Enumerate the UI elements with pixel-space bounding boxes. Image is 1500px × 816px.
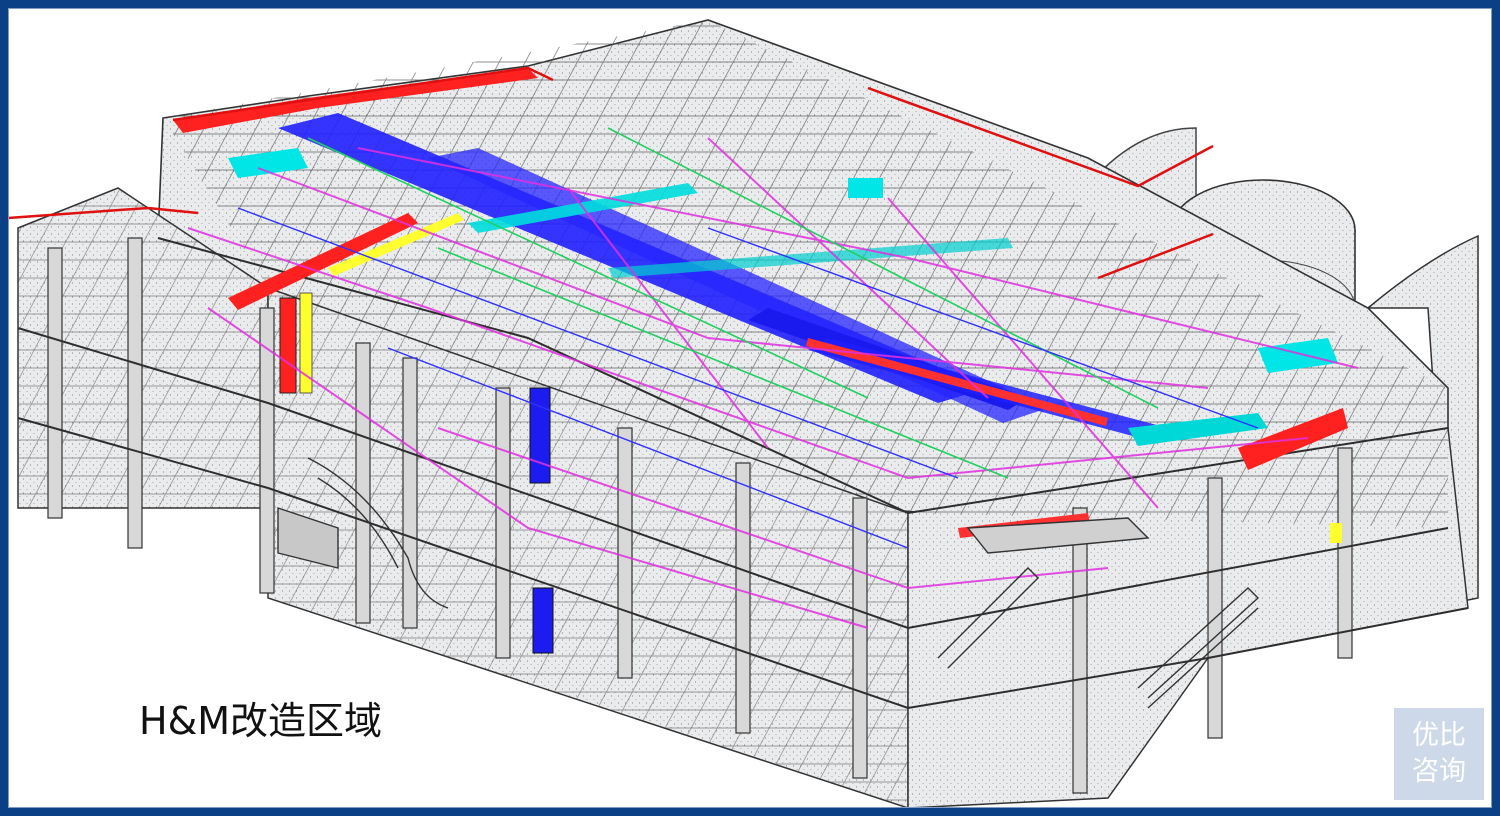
watermark-line2: 咨询 (1412, 756, 1466, 787)
building-model-icon (8, 19, 1479, 808)
viewport-frame: H&M改造区域 优比 咨询 (8, 8, 1492, 808)
watermark-line1: 优比 (1412, 720, 1466, 751)
logo-watermark-icon: 优比 咨询 (1394, 708, 1484, 800)
caption: H&M改造区域 (139, 699, 382, 743)
